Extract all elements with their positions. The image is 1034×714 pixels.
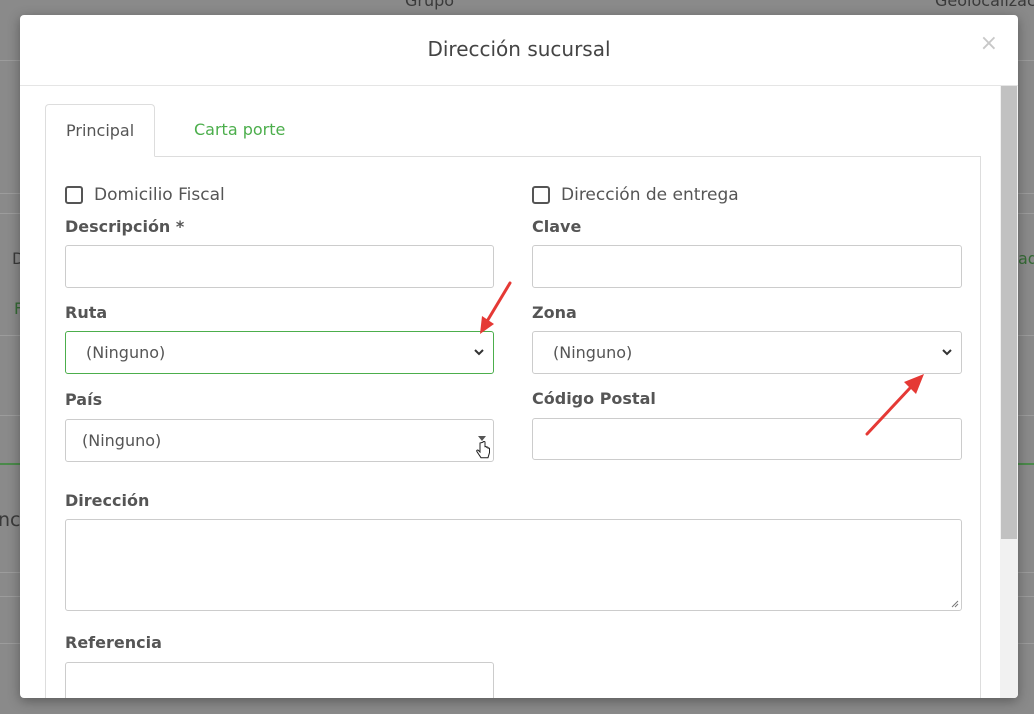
- ruta-label: Ruta: [65, 303, 108, 322]
- tab-carta-porte[interactable]: Carta porte: [174, 104, 305, 155]
- domicilio-fiscal-row: Domicilio Fiscal: [65, 185, 225, 205]
- direccion-entrega-row: Dirección de entrega: [532, 185, 739, 205]
- close-button[interactable]: ×: [980, 33, 998, 55]
- modal-body: Principal Carta porte Domicilio Fiscal D…: [45, 104, 981, 698]
- zona-select-value: (Ninguno): [553, 343, 633, 362]
- referencia-input[interactable]: [65, 662, 494, 698]
- chevron-down-icon: [474, 349, 484, 356]
- hand-cursor-icon: [476, 441, 490, 459]
- annotation-arrow-icon: [480, 281, 512, 334]
- bg-green-rule: [1018, 463, 1034, 465]
- chevron-down-icon: [942, 349, 952, 356]
- bg-text: ad: [1018, 249, 1034, 268]
- modal-title: Dirección sucursal: [427, 37, 611, 61]
- modal-header: Dirección sucursal ×: [20, 15, 1018, 86]
- direccion-textarea[interactable]: [65, 519, 962, 611]
- tab-bar: Principal Carta porte: [45, 104, 981, 157]
- tab-principal[interactable]: Principal: [45, 104, 156, 157]
- descripcion-input[interactable]: [65, 245, 494, 288]
- bg-green-rule: [0, 463, 20, 465]
- bg-column-header: Geolocalizac: [935, 0, 1034, 10]
- ruta-select[interactable]: (Ninguno): [65, 331, 494, 374]
- scrollbar-thumb[interactable]: [1001, 86, 1017, 539]
- clave-label: Clave: [532, 217, 582, 236]
- resize-handle-icon[interactable]: [949, 598, 959, 608]
- ruta-select-value: (Ninguno): [86, 343, 166, 362]
- pais-select-value: (Ninguno): [82, 431, 162, 450]
- direccion-entrega-checkbox[interactable]: [532, 186, 550, 204]
- address-modal: Dirección sucursal × Principal Carta por…: [20, 15, 1018, 698]
- tab-panel-principal: Domicilio Fiscal Dirección de entrega De…: [45, 156, 981, 698]
- direccion-entrega-label: Dirección de entrega: [561, 185, 739, 205]
- annotation-arrow-icon: [865, 374, 924, 436]
- pais-select[interactable]: (Ninguno): [65, 419, 494, 462]
- pais-label: País: [65, 390, 103, 409]
- clave-input[interactable]: [532, 245, 962, 288]
- direccion-label: Dirección: [65, 491, 150, 510]
- descripcion-label: Descripción *: [65, 217, 185, 236]
- bg-text: nc: [0, 509, 21, 531]
- domicilio-fiscal-checkbox[interactable]: [65, 186, 83, 204]
- referencia-label: Referencia: [65, 633, 162, 652]
- codigo-postal-label: Código Postal: [532, 389, 656, 408]
- domicilio-fiscal-label: Domicilio Fiscal: [94, 185, 225, 205]
- bg-column-header: Grupo: [405, 0, 455, 10]
- zona-label: Zona: [532, 303, 577, 322]
- modal-scrollbar[interactable]: [1000, 86, 1018, 698]
